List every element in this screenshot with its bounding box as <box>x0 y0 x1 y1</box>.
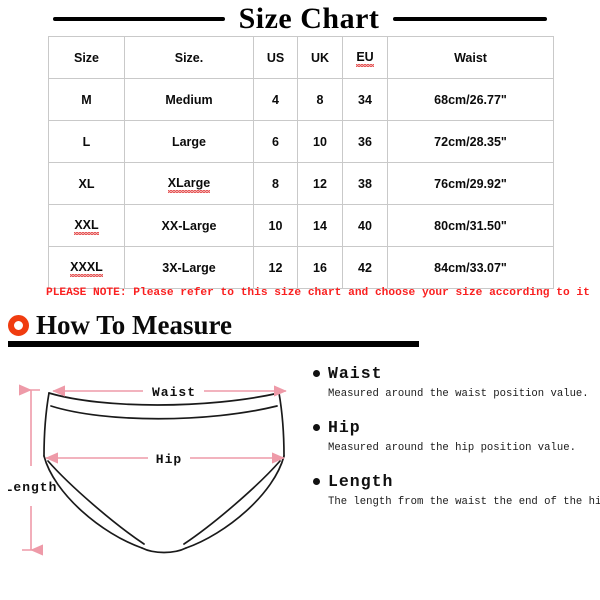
cell-waist: 68cm/26.77" <box>387 78 554 121</box>
measure-heading-hip: Hip <box>313 418 598 437</box>
cell-uk: 16 <box>297 246 343 289</box>
column-header-us: US <box>253 36 298 79</box>
page-title-row: Size Chart <box>0 2 600 36</box>
title-rule-left <box>52 17 225 21</box>
dot-bullet-icon <box>313 424 320 431</box>
cell-us: 4 <box>253 78 298 121</box>
cell-waist: 84cm/33.07" <box>387 246 554 289</box>
cell-size-name: Medium <box>124 78 254 121</box>
underwear-measurement-diagram: Waist Hip Length <box>8 366 308 561</box>
measure-description: Measured around the hip position value. <box>328 442 576 454</box>
size-chart-table: Size Size. US UK EU Waist M Medium 4 8 3… <box>48 36 554 289</box>
measure-heading-length: Length <box>313 472 598 491</box>
page-title: Size Chart <box>238 2 380 35</box>
column-header-eu: EU <box>342 36 388 79</box>
cell-eu: 38 <box>342 162 388 205</box>
cell-uk: 8 <box>297 78 343 121</box>
cell-size: XXXL <box>48 246 125 289</box>
cell-eu: 42 <box>342 246 388 289</box>
measure-description: Measured around the waist position value… <box>328 388 589 400</box>
size-chart-note: PLEASE NOTE: Please refer to this size c… <box>46 287 590 299</box>
cell-uk: 10 <box>297 120 343 163</box>
measure-label: Length <box>328 472 394 491</box>
cell-size-name: XLarge <box>124 162 254 205</box>
diagram-label-waist: Waist <box>152 385 196 400</box>
list-item: Waist Measured around the waist position… <box>313 364 598 400</box>
measure-description: The length from the waist the end of the… <box>328 496 600 508</box>
cell-size-name-label: XLarge <box>167 176 211 193</box>
how-to-measure-underline-bar <box>8 341 419 347</box>
column-header-waist: Waist <box>387 36 554 79</box>
diagram-label-length: Length <box>8 480 57 495</box>
cell-size-name: XX-Large <box>124 204 254 247</box>
cell-size-name: Large <box>124 120 254 163</box>
ring-bullet-icon <box>8 314 29 336</box>
cell-size-name: 3X-Large <box>124 246 254 289</box>
cell-us: 8 <box>253 162 298 205</box>
cell-waist: 72cm/28.35" <box>387 120 554 163</box>
diagram-label-hip: Hip <box>156 452 182 467</box>
title-rule-right <box>393 17 548 21</box>
how-to-measure-heading-row: How To Measure <box>8 309 232 341</box>
cell-us: 10 <box>253 204 298 247</box>
measure-label: Hip <box>328 418 361 437</box>
cell-size: XL <box>48 162 125 205</box>
column-header-size: Size <box>48 36 125 79</box>
cell-us: 12 <box>253 246 298 289</box>
list-item: Length The length from the waist the end… <box>313 472 600 508</box>
measure-heading-waist: Waist <box>313 364 598 383</box>
table-row: XL XLarge 8 12 38 76cm/29.92" <box>48 162 554 205</box>
dot-bullet-icon <box>313 478 320 485</box>
list-item: Hip Measured around the hip position val… <box>313 418 598 454</box>
measurement-definitions-list: Waist Measured around the waist position… <box>313 364 600 526</box>
cell-waist: 76cm/29.92" <box>387 162 554 205</box>
cell-size-label: XXL <box>74 218 99 235</box>
table-header-row: Size Size. US UK EU Waist <box>48 36 554 79</box>
cell-size-label: XXXL <box>70 260 103 277</box>
column-header-uk: UK <box>297 36 343 79</box>
cell-size: L <box>48 120 125 163</box>
table-row: XXXL 3X-Large 12 16 42 84cm/33.07" <box>48 246 554 289</box>
measure-label: Waist <box>328 364 383 383</box>
table-row: XXL XX-Large 10 14 40 80cm/31.50" <box>48 204 554 247</box>
column-header-eu-label: EU <box>356 50 375 67</box>
cell-size: XXL <box>48 204 125 247</box>
table-row: M Medium 4 8 34 68cm/26.77" <box>48 78 554 121</box>
cell-waist: 80cm/31.50" <box>387 204 554 247</box>
cell-us: 6 <box>253 120 298 163</box>
cell-eu: 36 <box>342 120 388 163</box>
how-to-measure-heading: How To Measure <box>36 309 233 340</box>
cell-eu: 40 <box>342 204 388 247</box>
cell-size: M <box>48 78 125 121</box>
table-row: L Large 6 10 36 72cm/28.35" <box>48 120 554 163</box>
dot-bullet-icon <box>313 370 320 377</box>
cell-eu: 34 <box>342 78 388 121</box>
cell-uk: 12 <box>297 162 343 205</box>
cell-uk: 14 <box>297 204 343 247</box>
column-header-size-name: Size. <box>124 36 254 79</box>
